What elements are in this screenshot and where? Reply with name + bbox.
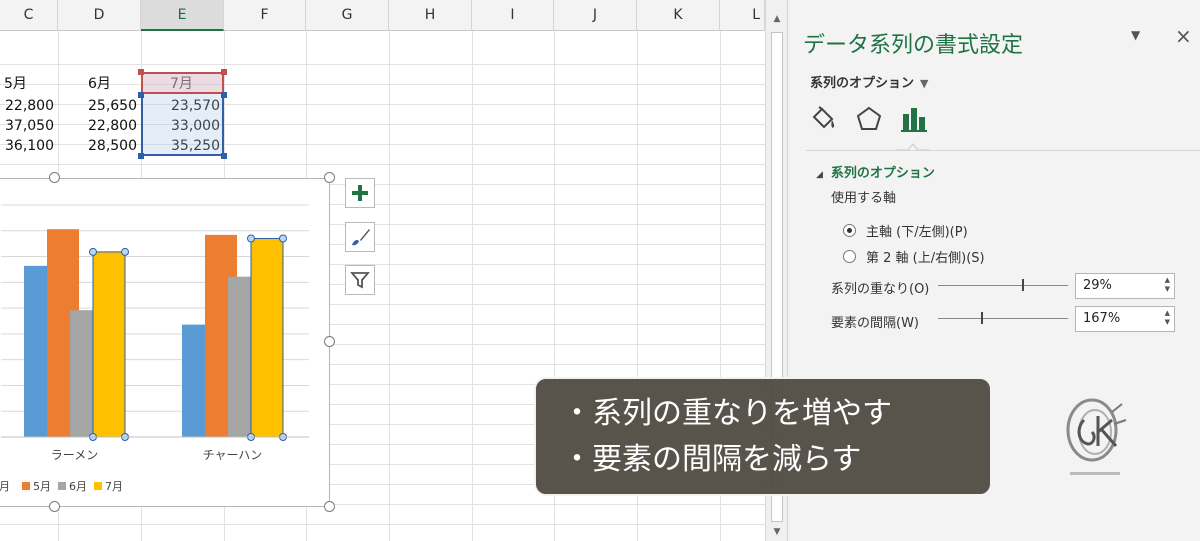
category-label: ラーメン bbox=[51, 448, 99, 462]
gap-width-slider[interactable] bbox=[938, 312, 1068, 324]
radio-button[interactable] bbox=[843, 224, 856, 237]
plus-icon bbox=[352, 185, 368, 201]
range-handle[interactable] bbox=[221, 69, 227, 75]
bar-chart-icon bbox=[901, 108, 927, 132]
cell-d-header[interactable]: 6月 bbox=[84, 74, 141, 94]
axis-label: 使用する軸 bbox=[831, 191, 897, 206]
secondary-axis-radio[interactable]: 第 2 軸 (上/右側)(S) bbox=[843, 247, 985, 266]
legend-entry-label: 月 bbox=[0, 480, 10, 493]
cell-c-row1[interactable]: 22,800 bbox=[0, 96, 58, 116]
column-header-e[interactable]: E bbox=[141, 0, 224, 31]
chart-resize-handle[interactable] bbox=[49, 501, 60, 512]
category-label: チャーハン bbox=[203, 448, 263, 462]
grid-row-line bbox=[0, 64, 765, 65]
column-header-l[interactable]: L bbox=[720, 0, 765, 31]
cell-d-row2[interactable]: 22,800 bbox=[58, 116, 141, 136]
overlap-slider-thumb[interactable] bbox=[1022, 279, 1024, 291]
column-chart[interactable]: ラーメン チャーハン月 5月 6月 7月 bbox=[0, 178, 330, 507]
watermark-logo-icon bbox=[1066, 398, 1127, 475]
range-handle[interactable] bbox=[138, 153, 144, 159]
chart-resize-handle[interactable] bbox=[324, 172, 335, 183]
overlap-value[interactable]: 29% bbox=[1083, 278, 1112, 293]
section-title-label: 系列のオプション bbox=[830, 166, 935, 181]
pane-separator bbox=[806, 150, 1200, 151]
overlap-label: 系列の重なり(O) bbox=[831, 282, 930, 297]
chart-resize-handle[interactable] bbox=[324, 336, 335, 347]
collapse-triangle-icon: ◢ bbox=[816, 170, 823, 180]
spinner-arrows-icon[interactable]: ▲ ▼ bbox=[1165, 276, 1170, 294]
dropdown-label: 系列のオプション bbox=[810, 76, 915, 91]
caption-line-gap: ・要素の間隔を減らす bbox=[562, 442, 862, 477]
pentagon-icon bbox=[856, 106, 882, 130]
cell-c-row2[interactable]: 37,050 bbox=[0, 116, 58, 136]
column-header-g[interactable]: G bbox=[306, 0, 389, 31]
column-header-j[interactable]: J bbox=[554, 0, 637, 31]
scroll-down-arrow[interactable]: ▼ bbox=[766, 523, 788, 541]
scroll-up-arrow[interactable]: ▲ bbox=[766, 10, 788, 28]
column-header-d[interactable]: D bbox=[58, 0, 141, 31]
range-handle[interactable] bbox=[138, 92, 144, 98]
chart-bar[interactable] bbox=[93, 251, 125, 437]
radio-button[interactable] bbox=[843, 250, 856, 263]
chevron-down-icon: ▼ bbox=[920, 77, 929, 90]
cell-d-row1[interactable]: 25,650 bbox=[58, 96, 141, 116]
paint-bucket-icon bbox=[812, 106, 835, 129]
chart-resize-handle[interactable] bbox=[49, 172, 60, 183]
series-name-selection bbox=[141, 72, 224, 94]
legend-entry-label: 5月 bbox=[33, 480, 51, 493]
range-handle[interactable] bbox=[138, 69, 144, 75]
spinner-arrows-icon[interactable]: ▲ ▼ bbox=[1165, 309, 1170, 327]
primary-axis-radio[interactable]: 主軸 (下/左側)(P) bbox=[843, 221, 968, 240]
section-series-options[interactable]: ◢ 系列のオプション bbox=[816, 162, 935, 181]
range-handle[interactable] bbox=[221, 153, 227, 159]
grid-row-line bbox=[0, 524, 765, 525]
overlap-spinner[interactable]: 29% ▲ ▼ bbox=[1075, 273, 1175, 299]
series-selection-handle[interactable] bbox=[89, 247, 97, 256]
cell-c-row3[interactable]: 36,100 bbox=[0, 136, 58, 156]
series-options-tab[interactable] bbox=[898, 102, 932, 136]
secondary-axis-label: 第 2 軸 (上/右側)(S) bbox=[866, 251, 985, 266]
legend-swatch bbox=[58, 482, 66, 490]
overlap-slider[interactable] bbox=[938, 279, 1068, 291]
chart-resize-handle[interactable] bbox=[324, 501, 335, 512]
caption-overlay: ・系列の重なりを増やす ・要素の間隔を減らす bbox=[534, 377, 992, 496]
series-options-dropdown[interactable]: 系列のオプション ▼ bbox=[810, 72, 928, 91]
chart-styles-button[interactable] bbox=[345, 222, 375, 252]
cell-d-row3[interactable]: 28,500 bbox=[58, 136, 141, 156]
series-selection-handle[interactable] bbox=[279, 234, 287, 243]
column-header-bar: C D E F G H I J K L bbox=[0, 0, 765, 31]
caption-line-overlap: ・系列の重なりを増やす bbox=[562, 396, 892, 431]
legend-entry-label: 6月 bbox=[69, 480, 87, 493]
primary-axis-label: 主軸 (下/左側)(P) bbox=[866, 225, 968, 240]
chart-filters-button[interactable] bbox=[345, 265, 375, 295]
pane-options-chevron-icon[interactable]: ▼ bbox=[1131, 28, 1140, 42]
gap-width-spinner[interactable]: 167% ▲ ▼ bbox=[1075, 306, 1175, 332]
legend-swatch bbox=[22, 482, 30, 490]
legend-entry-label: 7月 bbox=[105, 480, 123, 493]
legend-swatch bbox=[94, 482, 102, 490]
chart-plot[interactable]: ラーメン チャーハン月 5月 6月 7月 bbox=[0, 179, 331, 508]
chart-bar[interactable] bbox=[251, 238, 283, 437]
series-selection-handle[interactable] bbox=[121, 247, 129, 256]
filter-icon bbox=[350, 272, 370, 289]
cell-c-header[interactable]: 5月 bbox=[0, 74, 58, 94]
brush-icon bbox=[352, 229, 370, 246]
grid-row-line bbox=[0, 164, 765, 165]
pane-title: データ系列の書式設定 bbox=[803, 33, 1024, 58]
gap-width-slider-thumb[interactable] bbox=[981, 312, 983, 324]
gap-width-value[interactable]: 167% bbox=[1083, 311, 1120, 326]
column-header-f[interactable]: F bbox=[224, 0, 306, 31]
column-header-i[interactable]: I bbox=[472, 0, 554, 31]
series-selection-handle[interactable] bbox=[247, 234, 255, 243]
gap-width-label: 要素の間隔(W) bbox=[831, 316, 919, 331]
column-header-h[interactable]: H bbox=[389, 0, 472, 31]
chart-elements-button[interactable] bbox=[345, 178, 375, 208]
pane-close-button[interactable]: × bbox=[1175, 24, 1192, 48]
column-header-c[interactable]: C bbox=[0, 0, 58, 31]
range-handle[interactable] bbox=[221, 92, 227, 98]
effects-tab[interactable] bbox=[852, 102, 886, 136]
column-header-k[interactable]: K bbox=[637, 0, 720, 31]
fill-line-tab[interactable] bbox=[806, 102, 840, 136]
